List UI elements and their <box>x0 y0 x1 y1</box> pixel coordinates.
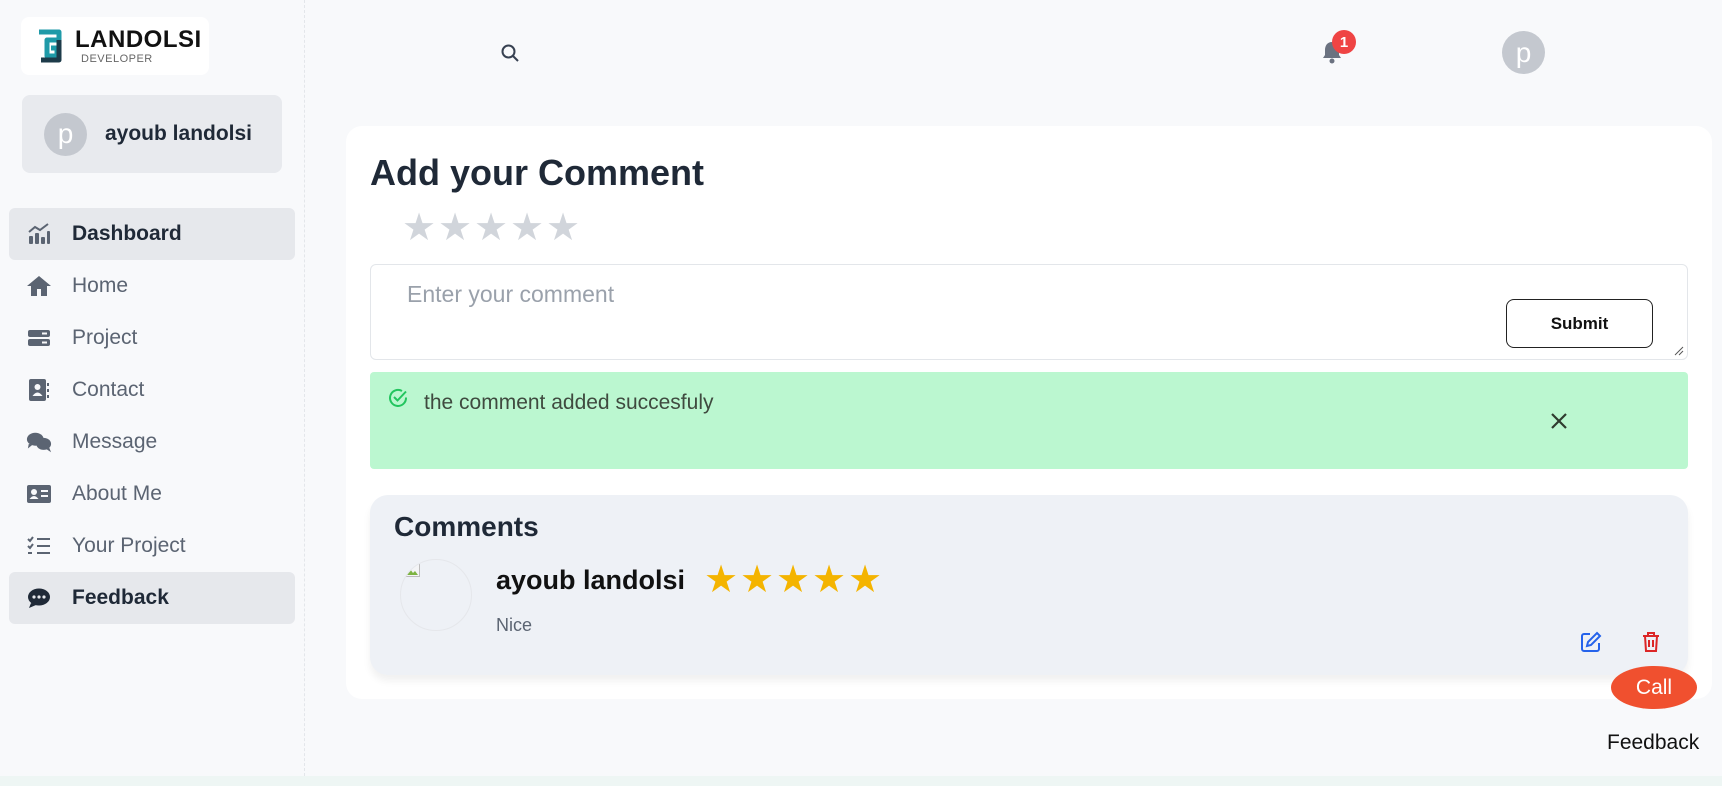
sidebar-item-label: Message <box>72 430 158 453</box>
brand-name: LANDOLSI <box>75 25 202 53</box>
sidebar-item-dashboard[interactable]: Dashboard <box>9 208 295 260</box>
sidebar-item-project[interactable]: Project <box>9 312 295 364</box>
sidebar-item-contact[interactable]: Contact <box>9 364 295 416</box>
star-icon: ★ <box>811 559 847 601</box>
star-icon: ★ <box>703 559 739 601</box>
comment-text: Nice <box>496 615 533 635</box>
sidebar-nav: Dashboard Home Project Contact Message A… <box>9 208 295 624</box>
call-button[interactable]: Call <box>1611 666 1697 709</box>
submit-button[interactable]: Submit <box>1506 299 1653 348</box>
rating-input[interactable]: ★ ★ ★ ★ ★ <box>401 209 581 247</box>
profile-name: ayoub landolsi <box>105 122 253 145</box>
star-icon: ★ <box>739 559 775 601</box>
sidebar-item-label: Feedback <box>72 586 169 609</box>
star-icon: ★ <box>847 559 883 601</box>
alert-message: the comment added succesfuly <box>424 391 714 414</box>
profile-card[interactable]: p ayoub landolsi <box>22 95 282 173</box>
logo-mark-icon <box>35 26 69 66</box>
star-icon[interactable]: ★ <box>473 209 509 247</box>
star-icon[interactable]: ★ <box>401 209 437 247</box>
sidebar-item-label: Home <box>72 274 129 297</box>
brand-logo[interactable]: LANDOLSI DEVELOPER <box>21 17 209 75</box>
sidebar-item-feedback[interactable]: Feedback <box>9 572 295 624</box>
page-title: Add your Comment <box>370 152 705 193</box>
sidebar-item-label: Dashboard <box>72 222 182 245</box>
comment-dots-icon <box>26 585 52 611</box>
star-icon: ★ <box>775 559 811 601</box>
feedback-link[interactable]: Feedback <box>1607 731 1699 755</box>
sidebar-item-home[interactable]: Home <box>9 260 295 312</box>
comments-title: Comments <box>394 511 539 542</box>
chart-icon <box>26 221 52 247</box>
sidebar: LANDOLSI DEVELOPER p ayoub landolsi Dash… <box>0 0 305 786</box>
check-circle-icon <box>388 388 408 413</box>
checklist-icon <box>26 533 52 559</box>
server-icon <box>26 325 52 351</box>
comment-author: ayoub landolsi <box>496 565 686 595</box>
trash-icon[interactable] <box>1641 631 1661 658</box>
search-icon[interactable] <box>500 43 520 68</box>
comment-avatar <box>400 559 472 631</box>
sidebar-item-message[interactable]: Message <box>9 416 295 468</box>
star-icon[interactable]: ★ <box>509 209 545 247</box>
sidebar-item-label: Contact <box>72 378 145 401</box>
comment-box <box>370 264 1688 360</box>
edit-icon[interactable] <box>1580 631 1602 658</box>
contact-book-icon <box>26 377 52 403</box>
sidebar-item-your-project[interactable]: Your Project <box>9 520 295 572</box>
broken-image-icon <box>404 563 420 577</box>
sidebar-item-label: Your Project <box>72 534 186 557</box>
comment-input[interactable] <box>371 265 1687 359</box>
sidebar-item-label: Project <box>72 326 138 349</box>
bottom-strip <box>0 776 1722 786</box>
comment-card: Add your Comment ★ ★ ★ ★ ★ Submit the co… <box>346 126 1712 699</box>
notification-badge: 1 <box>1332 30 1356 54</box>
close-icon[interactable] <box>1548 410 1570 432</box>
user-avatar[interactable]: p <box>1502 31 1545 74</box>
success-alert: the comment added succesfuly <box>370 372 1688 469</box>
resize-handle-icon[interactable] <box>1674 346 1684 356</box>
sidebar-item-about-me[interactable]: About Me <box>9 468 295 520</box>
comments-section: Comments ayoub landolsi ★ ★ ★ ★ ★ Nice <box>370 495 1688 675</box>
comment-rating: ★ ★ ★ ★ ★ <box>703 561 883 599</box>
home-icon <box>26 273 52 299</box>
sidebar-item-label: About Me <box>72 482 162 505</box>
brand-tagline: DEVELOPER <box>81 52 153 65</box>
chat-bubbles-icon <box>26 429 52 455</box>
avatar: p <box>44 112 87 156</box>
id-card-icon <box>26 481 52 507</box>
star-icon[interactable]: ★ <box>437 209 473 247</box>
star-icon[interactable]: ★ <box>545 209 581 247</box>
